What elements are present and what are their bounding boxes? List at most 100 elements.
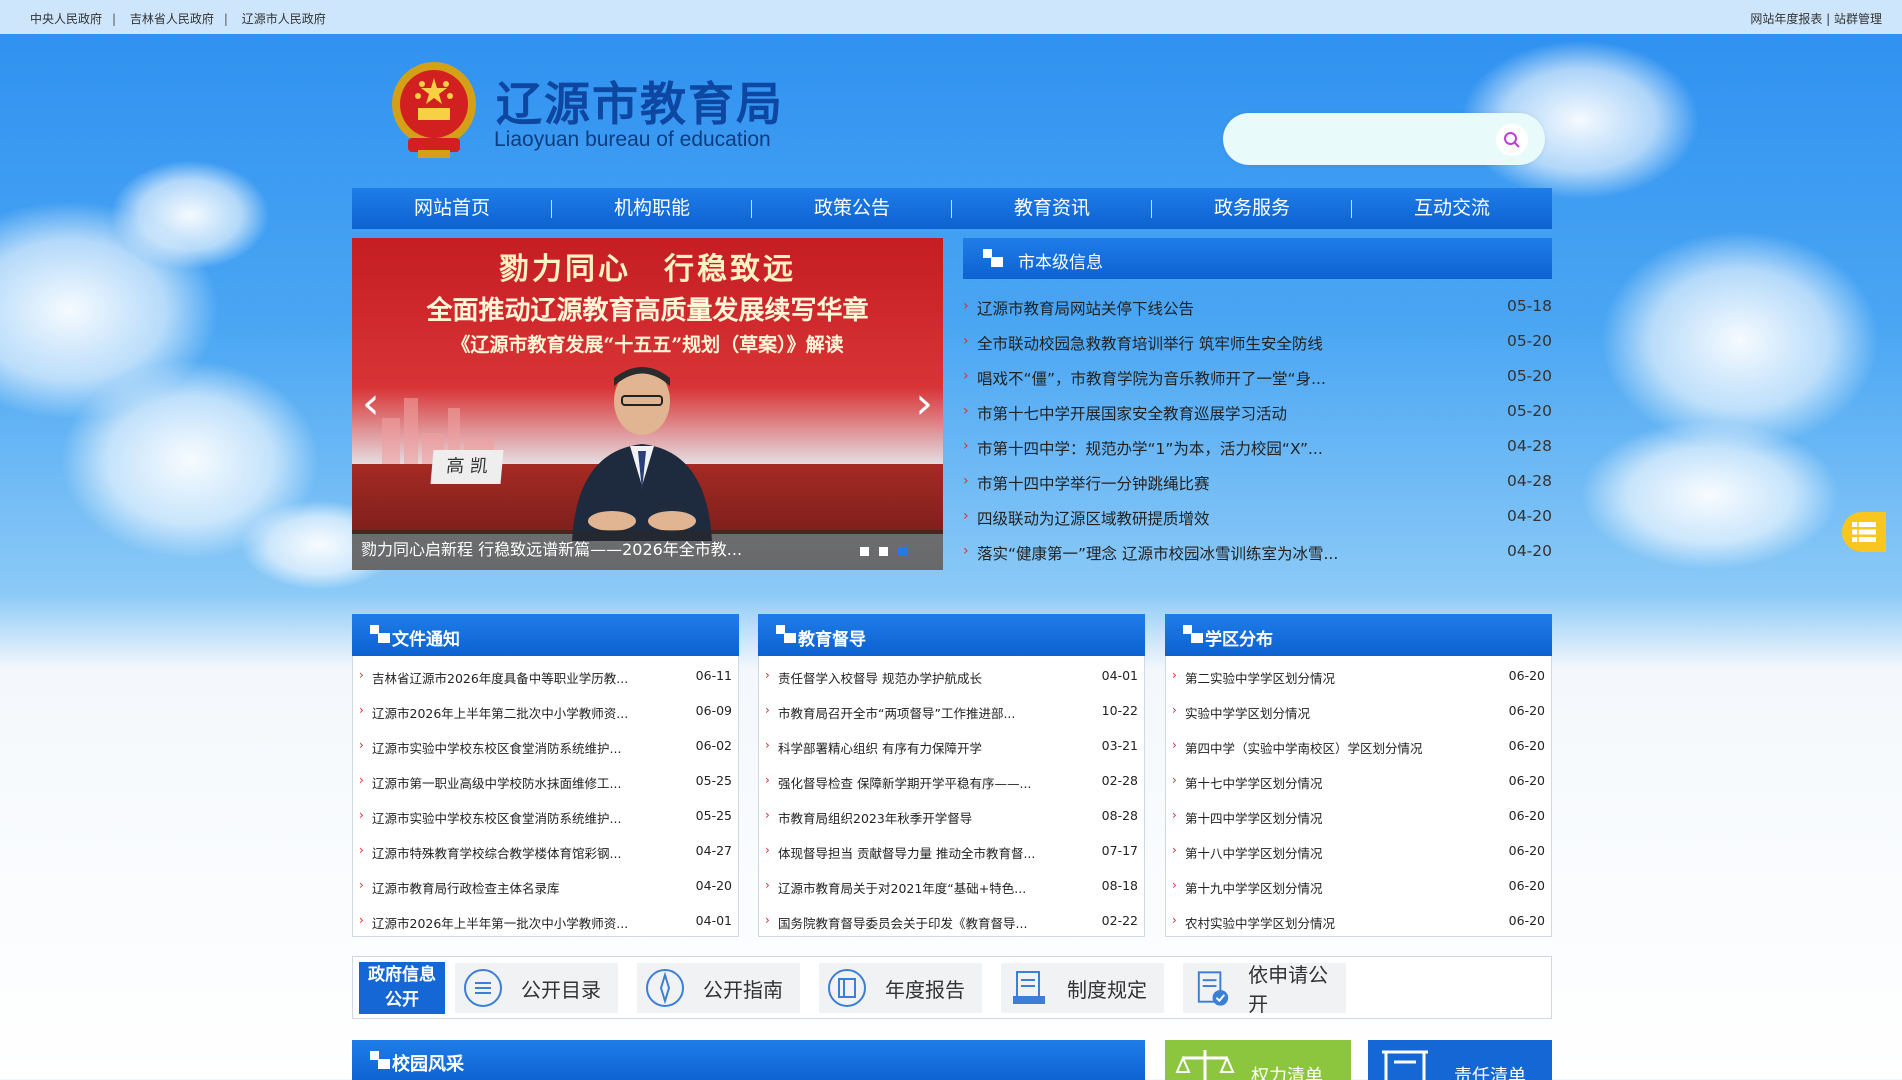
list-item[interactable]: › 市教育局召开全市“两项督导”工作推进部... 10-22 (765, 694, 1138, 729)
news-item-title[interactable]: 市第十四中学举行一分钟跳绳比赛 (977, 472, 1210, 494)
news-item-title[interactable]: 辽源市教育局网站关停下线公告 (977, 297, 1194, 319)
nav-interaction[interactable]: 互动交流 (1352, 188, 1552, 229)
list-item-title[interactable]: 辽源市第一职业高级中学校防水抹面维修工... (372, 773, 621, 792)
carousel-dot[interactable] (860, 547, 869, 556)
list-item-title[interactable]: 市教育局组织2023年秋季开学督导 (778, 808, 972, 827)
news-item[interactable]: › 市第十七中学开展国家安全教育巡展学习活动 05-20 (963, 402, 1552, 437)
news-item-title[interactable]: 市第十七中学开展国家安全教育巡展学习活动 (977, 402, 1287, 424)
list-item-title[interactable]: 强化督导检查 保障新学期开学平稳有序——... (778, 773, 1031, 792)
gov-info-label[interactable]: 政府信息 公开 (359, 962, 445, 1014)
list-item-title[interactable]: 第四中学（实验中学南校区）学区划分情况 (1185, 738, 1423, 757)
gov-btn-apply[interactable]: 依申请公开 (1183, 963, 1346, 1016)
banner-caption[interactable]: 勠力同心启新程 行稳致远谱新篇——2026年全市教... (352, 530, 943, 570)
list-item-date: 10-22 (1101, 703, 1138, 718)
nav-policy[interactable]: 政策公告 (752, 188, 952, 229)
list-item[interactable]: › 辽源市实验中学校东校区食堂消防系统维护... 05-25 (359, 799, 732, 834)
list-item-title[interactable]: 第十九中学学区划分情况 (1185, 878, 1323, 897)
list-item[interactable]: › 第十七中学学区划分情况 06-20 (1172, 764, 1545, 799)
list-item-title[interactable]: 第十八中学学区划分情况 (1185, 843, 1323, 862)
list-item-title[interactable]: 第十七中学学区划分情况 (1185, 773, 1323, 792)
list-item-title[interactable]: 体现督导担当 贡献督导力量 推动全市教育督... (778, 843, 1035, 862)
list-item[interactable]: › 第十八中学学区划分情况 06-20 (1172, 834, 1545, 869)
list-item[interactable]: › 实验中学学区划分情况 06-20 (1172, 694, 1545, 729)
news-item[interactable]: › 市第十四中学举行一分钟跳绳比赛 04-28 (963, 472, 1552, 507)
list-item-title[interactable]: 农村实验中学学区划分情况 (1185, 913, 1335, 932)
carousel-next-icon[interactable]: › (915, 378, 933, 429)
list-item[interactable]: › 辽源市特殊教育学校综合教学楼体育馆彩钢... 04-27 (359, 834, 732, 869)
list-item-title[interactable]: 辽源市2026年上半年第二批次中小学教师资... (372, 703, 628, 722)
list-item[interactable]: › 责任督学入校督导 规范办学护航成长 04-01 (765, 659, 1138, 694)
banner-carousel[interactable]: 勠力同心 行稳致远 全面推动辽源教育高质量发展续写华章 《辽源市教育发展“十五五… (352, 238, 943, 570)
carousel-dot[interactable] (879, 547, 888, 556)
list-item-title[interactable]: 辽源市实验中学校东校区食堂消防系统维护... (372, 738, 621, 757)
news-item[interactable]: › 全市联动校园急救教育培训举行 筑牢师生安全防线 05-20 (963, 332, 1552, 367)
gov-btn-guide[interactable]: 公开指南 (637, 963, 800, 1013)
power-list-button[interactable]: 权力清单 (1165, 1040, 1351, 1080)
list-item-title[interactable]: 责任督学入校督导 规范办学护航成长 (778, 668, 982, 687)
news-item[interactable]: › 四级联动为辽源区域教研提质增效 04-20 (963, 507, 1552, 542)
list-item[interactable]: › 强化督导检查 保障新学期开学平稳有序——... 02-28 (765, 764, 1138, 799)
side-menu-button[interactable] (1842, 512, 1886, 552)
list-item-title[interactable]: 第十四中学学区划分情况 (1185, 808, 1323, 827)
site-title: 辽源市教育局 (496, 77, 784, 131)
news-item[interactable]: › 辽源市教育局网站关停下线公告 05-18 (963, 297, 1552, 332)
top-link-liaoyuan-gov[interactable]: 辽源市人民政府 (242, 12, 326, 26)
gov-btn-annual-report[interactable]: 年度报告 (819, 963, 982, 1013)
top-link-central-gov[interactable]: 中央人民政府 (30, 12, 102, 26)
campus-style-title[interactable]: 校园风采 (392, 1050, 464, 1076)
news-item-title[interactable]: 全市联动校园急救教育培训举行 筑牢师生安全防线 (977, 332, 1323, 354)
list-item[interactable]: › 市教育局组织2023年秋季开学督导 08-28 (765, 799, 1138, 834)
news-item-title[interactable]: 市第十四中学：规范办学“1”为本，活力校园“X”... (977, 437, 1323, 459)
column-title[interactable]: 文件通知 (392, 625, 460, 650)
news-item-title[interactable]: 落实“健康第一”理念 辽源市校园冰雪训练室为冰雪... (977, 542, 1338, 564)
carousel-prev-icon[interactable]: ‹ (362, 378, 380, 429)
news-item[interactable]: › 唱戏不“僵”，市教育学院为音乐教师开了一堂“身... 05-20 (963, 367, 1552, 402)
list-item[interactable]: › 国务院教育督导委员会关于印发《教育督导... 02-22 (765, 904, 1138, 939)
news-item-title[interactable]: 四级联动为辽源区域教研提质增效 (977, 507, 1210, 529)
arrow-icon: › (359, 843, 364, 857)
list-item-title[interactable]: 国务院教育督导委员会关于印发《教育督导... (778, 913, 1027, 932)
nav-gov-service[interactable]: 政务服务 (1152, 188, 1352, 229)
carousel-dot-active[interactable] (898, 547, 907, 556)
list-item-title[interactable]: 辽源市教育局关于对2021年度“基础+特色... (778, 878, 1026, 897)
top-links: 中央人民政府 | 吉林省人民政府 | 辽源市人民政府 (30, 10, 336, 27)
carousel-dots (860, 547, 907, 556)
list-item-title[interactable]: 辽源市实验中学校东校区食堂消防系统维护... (372, 808, 621, 827)
list-item-title[interactable]: 科学部署精心组织 有序有力保障开学 (778, 738, 982, 757)
search-button[interactable] (1496, 124, 1528, 156)
list-item[interactable]: › 辽源市教育局行政检查主体名录库 04-20 (359, 869, 732, 904)
list-item[interactable]: › 农村实验中学学区划分情况 06-20 (1172, 904, 1545, 939)
list-item[interactable]: › 辽源市教育局关于对2021年度“基础+特色... 08-18 (765, 869, 1138, 904)
list-item-title[interactable]: 辽源市教育局行政检查主体名录库 (372, 878, 560, 897)
responsibility-list-button[interactable]: 责任清单 (1368, 1040, 1552, 1080)
nav-organization[interactable]: 机构职能 (552, 188, 752, 229)
list-item[interactable]: › 辽源市2026年上半年第一批次中小学教师资... 04-01 (359, 904, 732, 939)
list-item[interactable]: › 科学部署精心组织 有序有力保障开学 03-21 (765, 729, 1138, 764)
nav-education-news[interactable]: 教育资讯 (952, 188, 1152, 229)
list-item[interactable]: › 辽源市实验中学校东校区食堂消防系统维护... 06-02 (359, 729, 732, 764)
list-item[interactable]: › 第四中学（实验中学南校区）学区划分情况 06-20 (1172, 729, 1545, 764)
news-item-title[interactable]: 唱戏不“僵”，市教育学院为音乐教师开了一堂“身... (977, 367, 1326, 389)
list-item-title[interactable]: 实验中学学区划分情况 (1185, 703, 1310, 722)
list-item-title[interactable]: 吉林省辽源市2026年度具备中等职业学历教... (372, 668, 628, 687)
list-item[interactable]: › 第十九中学学区划分情况 06-20 (1172, 869, 1545, 904)
list-item[interactable]: › 第二实验中学学区划分情况 06-20 (1172, 659, 1545, 694)
top-link-jilin-gov[interactable]: 吉林省人民政府 (130, 12, 214, 26)
gov-btn-regulations[interactable]: 制度规定 (1001, 963, 1164, 1013)
list-item[interactable]: › 第十四中学学区划分情况 06-20 (1172, 799, 1545, 834)
news-item[interactable]: › 落实“健康第一”理念 辽源市校园冰雪训练室为冰雪... 04-20 (963, 542, 1552, 577)
list-item[interactable]: › 辽源市2026年上半年第二批次中小学教师资... 06-09 (359, 694, 732, 729)
nav-home[interactable]: 网站首页 (352, 188, 552, 229)
news-item[interactable]: › 市第十四中学：规范办学“1”为本，活力校园“X”... 04-28 (963, 437, 1552, 472)
column-title[interactable]: 教育督导 (798, 625, 866, 650)
list-item[interactable]: › 吉林省辽源市2026年度具备中等职业学历教... 06-11 (359, 659, 732, 694)
gov-btn-catalog[interactable]: 公开目录 (455, 963, 618, 1013)
list-item-title[interactable]: 市教育局召开全市“两项督导”工作推进部... (778, 703, 1015, 722)
column-title[interactable]: 学区分布 (1205, 625, 1273, 650)
list-item-title[interactable]: 辽源市特殊教育学校综合教学楼体育馆彩钢... (372, 843, 621, 862)
list-item[interactable]: › 体现督导担当 贡献督导力量 推动全市教育督... 07-17 (765, 834, 1138, 869)
list-item-title[interactable]: 辽源市2026年上半年第一批次中小学教师资... (372, 913, 628, 932)
list-item[interactable]: › 辽源市第一职业高级中学校防水抹面维修工... 05-25 (359, 764, 732, 799)
list-item-title[interactable]: 第二实验中学学区划分情况 (1185, 668, 1335, 687)
top-right-links[interactable]: 网站年度报表 | 站群管理 (1750, 10, 1882, 27)
